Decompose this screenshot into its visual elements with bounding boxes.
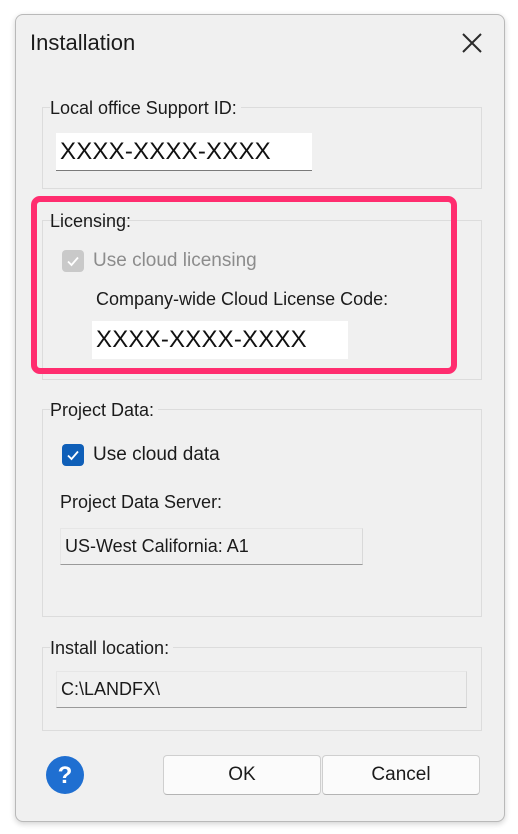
support-id-input[interactable]: XXXX-XXXX-XXXX — [56, 133, 312, 171]
install-location-field: C:\LANDFX\ — [56, 671, 467, 708]
ok-button[interactable]: OK — [163, 755, 321, 795]
installation-dialog: Installation Local office Support ID: XX… — [15, 14, 505, 822]
project-data-group — [42, 409, 482, 617]
help-button[interactable]: ? — [45, 755, 85, 795]
cancel-button[interactable]: Cancel — [322, 755, 480, 795]
check-icon — [67, 450, 79, 461]
project-server-label: Project Data Server: — [60, 492, 223, 512]
close-icon — [462, 33, 482, 53]
dialog-title: Installation — [30, 30, 136, 55]
project-server-field: US-West California: A1 — [60, 528, 363, 565]
project-data-label: Project Data: — [50, 400, 159, 421]
svg-text:?: ? — [58, 762, 73, 789]
help-icon: ? — [46, 756, 84, 794]
cloud-data-label: Use cloud data — [93, 444, 220, 465]
install-location-label: Install location: — [50, 638, 174, 659]
highlight-annotation — [31, 196, 457, 374]
close-button[interactable] — [454, 27, 490, 59]
support-id-label: Local office Support ID: — [50, 98, 241, 119]
cloud-data-checkbox[interactable] — [62, 444, 84, 466]
